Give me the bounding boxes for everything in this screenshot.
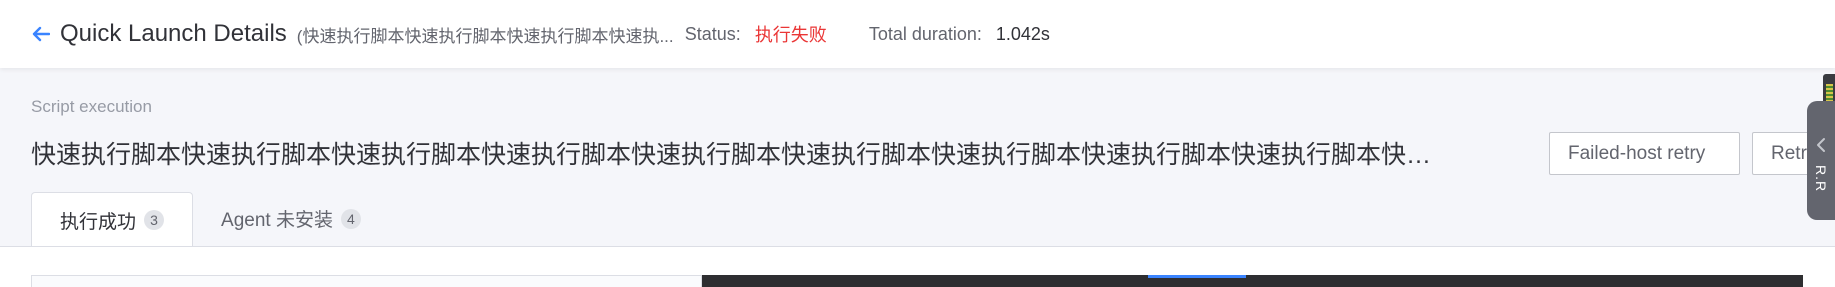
back-arrow-icon[interactable] [30, 23, 52, 45]
tab-count-badge: 3 [144, 210, 165, 230]
page-title: Quick Launch Details [60, 20, 287, 47]
tab-label: 执行成功 [60, 211, 137, 233]
result-tabs: 执行成功 3 Agent 未安装 4 [31, 191, 389, 247]
status-label: Status: [684, 23, 741, 44]
top-header: Quick Launch Details (快速执行脚本快速执行脚本快速执行脚本… [0, 0, 1835, 68]
step-title: 快速执行脚本快速执行脚本快速执行脚本快速执行脚本快速执行脚本快速执行脚本快速执行… [31, 141, 1451, 169]
script-name: (快速执行脚本快速执行脚本快速执行脚本快速执... [296, 26, 674, 46]
host-list-panel [31, 275, 702, 287]
status-value: 执行失败 [754, 25, 827, 45]
duration-label: Total duration: [868, 23, 982, 44]
chevron-left-icon [1816, 137, 1826, 153]
tab-agent-not-installed[interactable]: Agent 未安装 4 [193, 191, 389, 246]
tab-count-badge: 4 [340, 208, 361, 229]
section-label: Script execution [31, 97, 152, 116]
log-panel [702, 275, 1803, 287]
duration-value: 1.042s [995, 23, 1050, 44]
log-active-indicator [1148, 275, 1246, 278]
failed-host-retry-button[interactable]: Failed-host retry [1549, 132, 1740, 175]
side-tool-label: R.R [1813, 165, 1829, 193]
status-summary: Status: 执行失败 Total duration: 1.042s [685, 21, 1050, 47]
side-tool-tab[interactable]: R.R [1807, 101, 1835, 220]
tab-execution-success[interactable]: 执行成功 3 [31, 192, 194, 247]
tab-label: Agent 未安装 [221, 210, 333, 231]
